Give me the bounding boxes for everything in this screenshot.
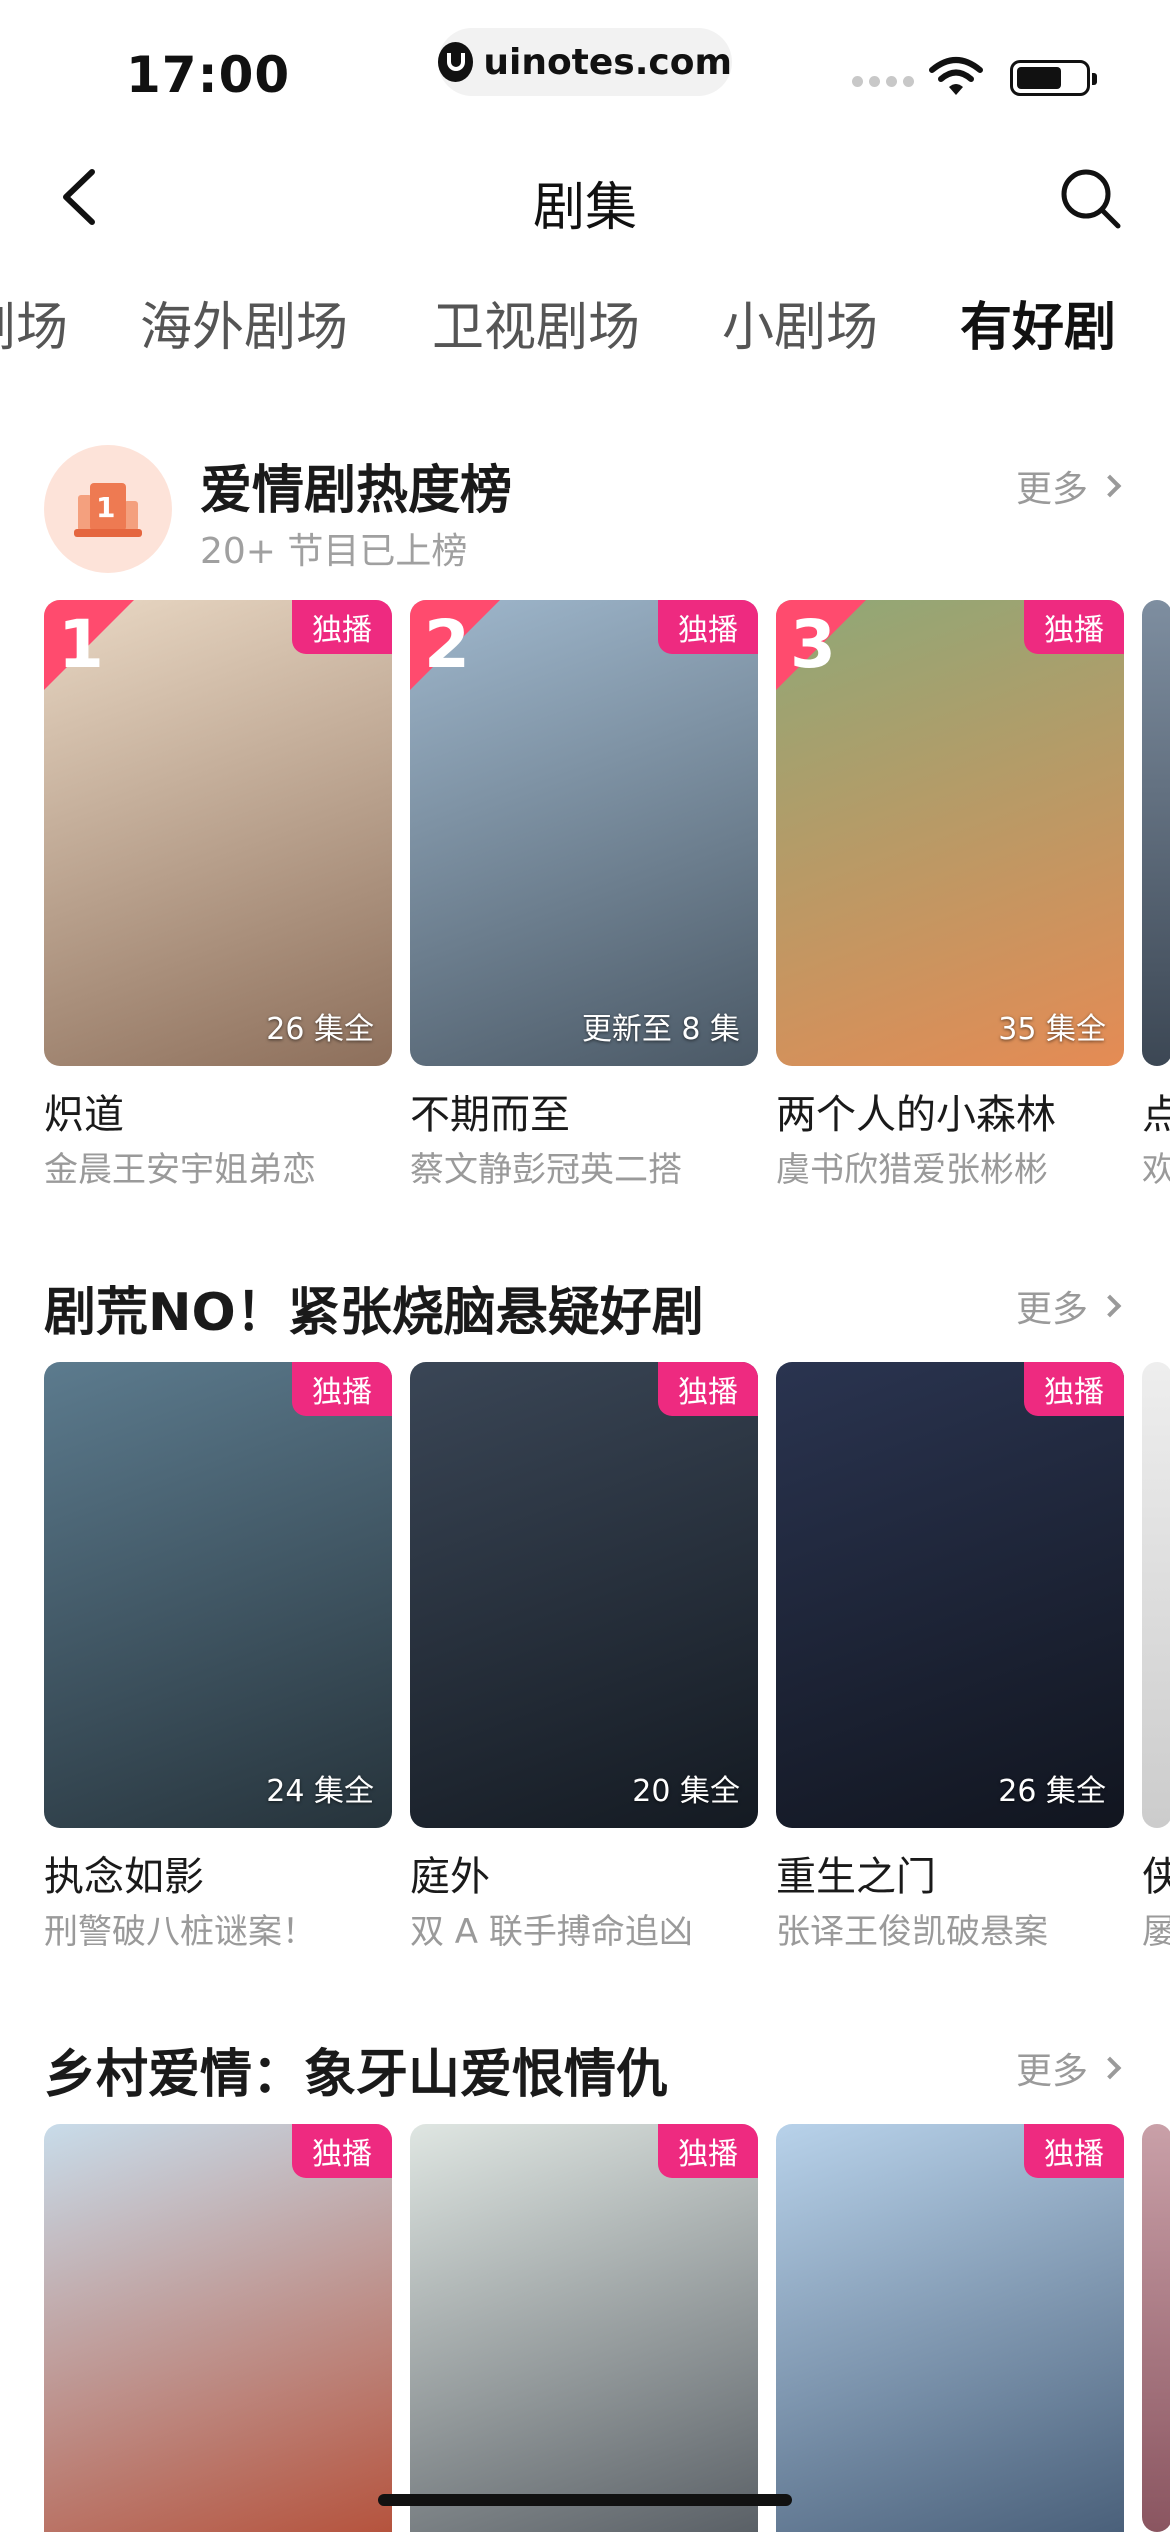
rank-badge: 3 bbox=[776, 600, 866, 690]
ranking-badge-icon: 1 bbox=[44, 445, 172, 573]
show-card[interactable]: 独播 bbox=[44, 2124, 392, 2532]
show-card[interactable]: 独播 24 集全 bbox=[44, 1362, 392, 1828]
chevron-right-icon bbox=[1098, 1294, 1122, 1318]
show-title: 点 bbox=[1142, 1092, 1170, 1138]
episode-count: 20 集全 bbox=[632, 1774, 740, 1809]
exclusive-tag: 独播 bbox=[658, 1362, 758, 1416]
show-subtitle: 蔡文静彭冠英二搭 bbox=[410, 1150, 682, 1190]
show-card-peek[interactable] bbox=[1142, 1362, 1170, 1828]
tab-item[interactable]: 卫视剧场 bbox=[432, 285, 640, 360]
more-label: 更多 bbox=[1015, 1289, 1088, 1330]
episode-count: 26 集全 bbox=[998, 1774, 1106, 1809]
show-card[interactable]: 2 独播 更新至 8 集 bbox=[410, 600, 758, 1066]
exclusive-tag: 独播 bbox=[1024, 600, 1124, 654]
exclusive-tag: 独播 bbox=[292, 600, 392, 654]
show-title: 执念如影 bbox=[44, 1854, 204, 1900]
home-indicator[interactable] bbox=[378, 2494, 792, 2506]
signal-icon bbox=[852, 76, 914, 87]
wifi-icon bbox=[929, 57, 983, 95]
show-card[interactable]: 3 独播 35 集全 bbox=[776, 600, 1124, 1066]
category-tabs: 剧场 海外剧场 卫视剧场 小剧场 有好剧 bbox=[0, 285, 1170, 365]
show-title: 不期而至 bbox=[410, 1092, 570, 1138]
show-subtitle: 张译王俊凯破悬案 bbox=[776, 1912, 1048, 1952]
tab-item[interactable]: 海外剧场 bbox=[140, 285, 348, 360]
section-subtitle: 20+ 节目已上榜 bbox=[200, 531, 468, 572]
exclusive-tag: 独播 bbox=[292, 2124, 392, 2178]
show-card[interactable]: 1 独播 26 集全 bbox=[44, 600, 392, 1066]
chevron-right-icon bbox=[1098, 2056, 1122, 2080]
section-title: 爱情剧热度榜 bbox=[200, 461, 513, 521]
episode-count: 35 集全 bbox=[998, 1012, 1106, 1047]
more-button[interactable]: 更多 bbox=[1015, 2042, 1122, 2094]
status-bar: 17:00 uinotes.com bbox=[0, 0, 1170, 140]
tab-item-active[interactable]: 有好剧 bbox=[960, 285, 1116, 360]
tab-item[interactable]: 小剧场 bbox=[722, 285, 878, 360]
ranking-badge-number: 1 bbox=[96, 491, 116, 524]
show-title: 庭外 bbox=[410, 1854, 490, 1900]
more-button[interactable]: 更多 bbox=[1015, 460, 1122, 512]
show-subtitle: 屡 bbox=[1142, 1912, 1170, 1952]
exclusive-tag: 独播 bbox=[658, 600, 758, 654]
section-title: 剧荒NO！紧张烧脑悬疑好剧 bbox=[44, 1283, 704, 1343]
show-subtitle: 金晨王安宇姐弟恋 bbox=[44, 1150, 316, 1190]
show-card[interactable]: 独播 bbox=[410, 2124, 758, 2532]
show-title: 两个人的小森林 bbox=[776, 1092, 1056, 1138]
show-title: 炽道 bbox=[44, 1092, 124, 1138]
show-card[interactable]: 独播 bbox=[776, 2124, 1124, 2532]
more-label: 更多 bbox=[1015, 469, 1088, 510]
exclusive-tag: 独播 bbox=[1024, 1362, 1124, 1416]
show-card-peek[interactable] bbox=[1142, 2124, 1170, 2532]
page-title: 剧集 bbox=[532, 178, 637, 238]
more-label: 更多 bbox=[1015, 2051, 1088, 2092]
episode-count: 24 集全 bbox=[266, 1774, 374, 1809]
exclusive-tag: 独播 bbox=[1024, 2124, 1124, 2178]
more-button[interactable]: 更多 bbox=[1015, 1280, 1122, 1332]
chevron-right-icon bbox=[1098, 474, 1122, 498]
status-time: 17:00 bbox=[126, 46, 291, 104]
show-subtitle: 刑警破八桩谜案！ bbox=[44, 1912, 316, 1952]
show-card[interactable]: 独播 20 集全 bbox=[410, 1362, 758, 1828]
show-subtitle: 欢 bbox=[1142, 1150, 1170, 1190]
site-logo-icon bbox=[438, 42, 474, 82]
url-pill[interactable]: uinotes.com bbox=[438, 28, 732, 96]
show-title: 重生之门 bbox=[776, 1854, 936, 1900]
rank-badge: 1 bbox=[44, 600, 134, 690]
show-title: 侠 bbox=[1142, 1854, 1170, 1900]
show-subtitle: 双 A 联手搏命追凶 bbox=[410, 1912, 693, 1952]
search-icon[interactable] bbox=[1054, 162, 1126, 234]
tab-item[interactable]: 剧场 bbox=[0, 285, 68, 360]
section-title: 乡村爱情：象牙山爱恨情仇 bbox=[44, 2045, 669, 2105]
battery-icon bbox=[1010, 60, 1097, 96]
exclusive-tag: 独播 bbox=[658, 2124, 758, 2178]
show-card[interactable]: 独播 26 集全 bbox=[776, 1362, 1124, 1828]
episode-count: 26 集全 bbox=[266, 1012, 374, 1047]
episode-count: 更新至 8 集 bbox=[581, 1012, 740, 1047]
url-text: uinotes.com bbox=[483, 41, 732, 83]
show-card-peek[interactable] bbox=[1142, 600, 1170, 1066]
show-subtitle: 虞书欣猎爱张彬彬 bbox=[776, 1150, 1048, 1190]
exclusive-tag: 独播 bbox=[292, 1362, 392, 1416]
rank-badge: 2 bbox=[410, 600, 500, 690]
